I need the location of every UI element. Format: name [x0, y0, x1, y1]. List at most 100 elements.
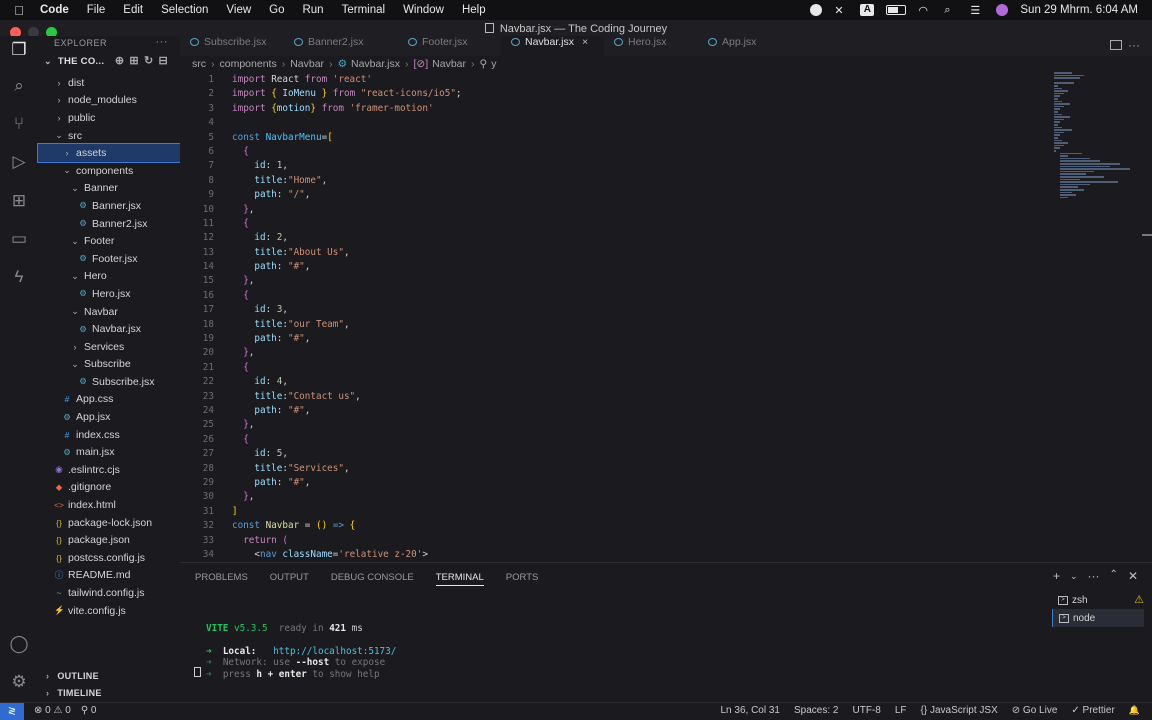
run-debug-icon[interactable]: ▷: [9, 152, 29, 172]
more-actions-icon[interactable]: ···: [1128, 38, 1140, 52]
language-mode[interactable]: {} JavaScript JSX: [921, 705, 998, 716]
menu-app-code[interactable]: Code: [40, 4, 69, 16]
thunder-client-icon[interactable]: ϟ: [9, 267, 29, 287]
breadcrumb-sub[interactable]: y: [491, 58, 496, 70]
file-item[interactable]: ⚙ Footer.jsx: [38, 250, 180, 268]
menu-clock[interactable]: Sun 29 Mhrm. 6:04 AM: [1020, 4, 1138, 16]
remote-explorer-icon[interactable]: ▭: [9, 229, 29, 249]
close-tab-icon[interactable]: ×: [582, 36, 588, 48]
file-item[interactable]: {} package.json: [38, 531, 180, 549]
file-item[interactable]: {} package-lock.json: [38, 514, 180, 532]
record-status-icon[interactable]: [810, 4, 823, 16]
file-item[interactable]: ◆ .gitignore: [38, 479, 180, 497]
explorer-files-icon[interactable]: ❐: [9, 40, 29, 60]
outline-section[interactable]: › OUTLINE: [38, 668, 180, 685]
new-folder-icon[interactable]: ⊞: [129, 54, 139, 67]
file-item[interactable]: ⚙ main.jsx: [38, 443, 180, 461]
split-editor-icon[interactable]: [1110, 40, 1122, 50]
tools-icon[interactable]: ✕: [834, 4, 848, 17]
minimap[interactable]: [1052, 72, 1136, 202]
tab-footer[interactable]: Footer.jsx: [398, 36, 501, 56]
folder-item[interactable]: › assets: [37, 143, 181, 163]
project-folder-row[interactable]: ⌄ THE CO... ⊕ ⊞ ↻ ⊟: [38, 52, 180, 71]
remote-indicator-icon[interactable]: ≷: [0, 703, 24, 720]
file-item[interactable]: ⚙ Banner2.jsx: [38, 215, 180, 233]
end-of-line[interactable]: LF: [895, 705, 907, 716]
folder-item[interactable]: ⌄ Subscribe: [38, 356, 180, 374]
control-center-icon[interactable]: ☰: [970, 4, 984, 17]
file-item[interactable]: {} postcss.config.js: [38, 549, 180, 567]
tab-output[interactable]: OUTPUT: [270, 572, 309, 586]
menu-help[interactable]: Help: [462, 4, 486, 16]
breadcrumb-file[interactable]: Navbar.jsx: [351, 58, 400, 70]
tab-debug-console[interactable]: DEBUG CONSOLE: [331, 572, 414, 586]
tab-app[interactable]: App.jsx: [698, 36, 792, 56]
folder-item[interactable]: › dist: [38, 74, 180, 92]
menu-edit[interactable]: Edit: [123, 4, 143, 16]
explorer-more-icon[interactable]: ···: [156, 35, 169, 49]
breadcrumb-components[interactable]: components: [220, 58, 277, 70]
folder-item[interactable]: ⌄ Navbar: [38, 303, 180, 321]
tab-banner2[interactable]: Banner2.jsx: [284, 36, 398, 56]
search-icon[interactable]: ⌕: [9, 76, 29, 96]
file-item[interactable]: ⚡ vite.config.js: [38, 602, 180, 620]
terminal-node[interactable]: > node: [1052, 609, 1144, 627]
file-item[interactable]: ⚙ Hero.jsx: [38, 285, 180, 303]
battery-icon[interactable]: [886, 5, 907, 15]
tab-navbar[interactable]: Navbar.jsx ×: [501, 36, 604, 56]
maximize-panel-icon[interactable]: ⌃: [1110, 569, 1118, 583]
siri-icon[interactable]: [996, 4, 1009, 16]
cursor-position[interactable]: Ln 36, Col 31: [721, 705, 781, 716]
spotlight-search-icon[interactable]: ⌕: [944, 4, 958, 16]
extensions-icon[interactable]: ⊞: [9, 191, 29, 211]
file-item[interactable]: ◉ .eslintrc.cjs: [38, 461, 180, 479]
problems-count[interactable]: ⊗ 0 ⚠ 0: [34, 705, 71, 716]
breadcrumb-navbar-folder[interactable]: Navbar: [290, 58, 324, 70]
encoding[interactable]: UTF-8: [852, 705, 880, 716]
account-icon[interactable]: ◯: [9, 634, 29, 654]
folder-item[interactable]: › Services: [38, 338, 180, 356]
folder-item[interactable]: ⌄ src: [38, 127, 180, 145]
file-item[interactable]: ⚙ Subscribe.jsx: [38, 373, 180, 391]
prettier-status[interactable]: ✓ Prettier: [1071, 705, 1114, 716]
chevron-down-icon[interactable]: ⌄: [1070, 569, 1078, 583]
menu-window[interactable]: Window: [403, 4, 444, 16]
new-terminal-icon[interactable]: +: [1053, 569, 1060, 583]
tab-hero[interactable]: Hero.jsx: [604, 36, 698, 56]
file-item[interactable]: ⓘ README.md: [38, 567, 180, 585]
folder-item[interactable]: ⌄ Banner: [38, 180, 180, 198]
settings-gear-icon[interactable]: ⚙: [9, 672, 29, 692]
breadcrumb-src[interactable]: src: [192, 58, 206, 70]
terminal-output[interactable]: VITE v5.3.5 ready in 421 ms ➜ Local: htt…: [206, 611, 396, 692]
more-actions-icon[interactable]: ···: [1088, 569, 1100, 583]
new-file-icon[interactable]: ⊕: [115, 54, 125, 67]
indentation[interactable]: Spaces: 2: [794, 705, 838, 716]
tab-terminal[interactable]: TERMINAL: [435, 572, 484, 586]
file-item[interactable]: # App.css: [38, 391, 180, 409]
file-item[interactable]: ⚙ App.jsx: [38, 408, 180, 426]
source-control-icon[interactable]: ⑂: [9, 114, 29, 134]
breadcrumb-symbol[interactable]: Navbar: [432, 58, 466, 70]
apple-logo-icon[interactable]: : [12, 3, 26, 18]
terminal-zsh[interactable]: > zsh ⚠: [1052, 591, 1144, 609]
folder-item[interactable]: › public: [38, 109, 180, 127]
folder-item[interactable]: ⌄ Footer: [38, 232, 180, 250]
ports-count[interactable]: ⚲ 0: [81, 705, 97, 716]
tab-problems[interactable]: PROBLEMS: [195, 572, 248, 586]
menu-view[interactable]: View: [226, 4, 251, 16]
code-lines[interactable]: 1 import React from 'react' 2 import { IoM…: [180, 73, 1040, 562]
menu-go[interactable]: Go: [269, 4, 284, 16]
file-item[interactable]: <> index.html: [38, 496, 180, 514]
menu-file[interactable]: File: [87, 4, 106, 16]
file-item[interactable]: # index.css: [38, 426, 180, 444]
timeline-section[interactable]: › TIMELINE: [38, 685, 180, 702]
close-panel-icon[interactable]: ✕: [1128, 569, 1138, 583]
file-item[interactable]: ~ tailwind.config.js: [38, 584, 180, 602]
local-url-link[interactable]: http://localhost:5173/: [273, 646, 396, 657]
scrollbar-marker[interactable]: [1142, 234, 1152, 236]
tab-ports[interactable]: PORTS: [506, 572, 539, 586]
menu-selection[interactable]: Selection: [161, 4, 208, 16]
notifications-bell-icon[interactable]: 🔔: [1129, 705, 1140, 716]
menu-run[interactable]: Run: [302, 4, 323, 16]
folder-item[interactable]: › node_modules: [38, 92, 180, 110]
